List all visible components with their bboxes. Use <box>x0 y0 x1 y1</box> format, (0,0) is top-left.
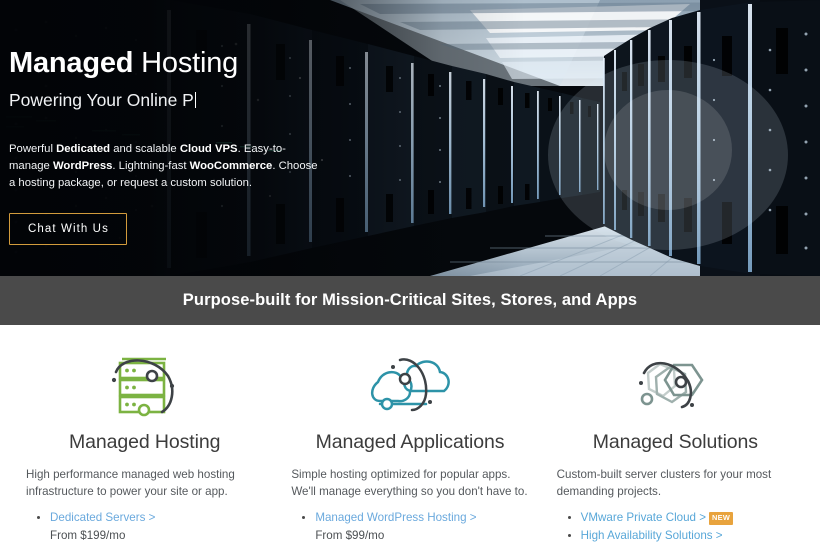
tagline-text: Purpose-built for Mission-Critical Sites… <box>182 291 638 309</box>
price-label: From $199/mo <box>50 529 126 543</box>
list-item: Dedicated Servers > From $199/mo <box>50 510 265 544</box>
hero-title-rest: Hosting <box>133 47 239 79</box>
link-vmware-private-cloud[interactable]: VMware Private Cloud > <box>581 511 706 524</box>
hero-subtitle: Powering Your Online P <box>9 90 339 112</box>
hero-subtitle-text: Powering Your Online P <box>9 90 194 111</box>
column-description: High performance managed web hosting inf… <box>26 468 235 499</box>
link-dedicated-servers[interactable]: Dedicated Servers > <box>50 511 155 524</box>
hero-description: Powerful Dedicated and scalable Cloud VP… <box>9 143 318 190</box>
column-managed-applications: Managed Applications Simple hosting opti… <box>277 345 542 548</box>
column-title: Managed Applications <box>315 431 505 453</box>
list-item: High Availability Solutions > <box>581 528 796 545</box>
column-title: Managed Hosting <box>68 431 221 453</box>
hero-title: Managed Hosting <box>9 46 339 81</box>
column-link-list: Dedicated Servers > From $199/mo Cloud V… <box>24 510 265 548</box>
link-high-availability-solutions[interactable]: High Availability Solutions > <box>581 529 723 542</box>
new-badge: NEW <box>709 512 734 526</box>
cloud-orbit-icon <box>289 345 530 429</box>
column-managed-hosting: Managed Hosting High performance managed… <box>12 345 277 548</box>
column-link-list: Managed WordPress Hosting > From $99/mo … <box>289 510 530 548</box>
landing-page: Managed Hosting Powering Your Online P P… <box>0 0 820 548</box>
chat-with-us-button[interactable]: Chat With Us <box>9 213 127 246</box>
typing-caret <box>194 92 196 109</box>
column-description: Custom-built server clusters for your mo… <box>556 468 772 499</box>
list-item: VMware Private Cloud >NEW <box>581 510 796 527</box>
server-rack-orbit-icon <box>24 345 265 429</box>
column-link-list: VMware Private Cloud >NEW High Availabil… <box>555 510 796 548</box>
hexagon-cluster-orbit-icon <box>555 345 796 429</box>
hero-content: Managed Hosting Powering Your Online P P… <box>9 46 339 246</box>
hero-section: Managed Hosting Powering Your Online P P… <box>0 0 820 276</box>
list-item: Managed WordPress Hosting > From $99/mo <box>315 510 530 544</box>
product-columns: Managed Hosting High performance managed… <box>0 325 820 548</box>
link-managed-wordpress-hosting[interactable]: Managed WordPress Hosting > <box>315 511 476 524</box>
column-managed-solutions: Managed Solutions Custom-built server cl… <box>543 345 808 548</box>
hero-title-strong: Managed <box>9 47 134 79</box>
tagline-banner: Purpose-built for Mission-Critical Sites… <box>0 276 820 325</box>
column-description: Simple hosting optimized for popular app… <box>291 468 528 499</box>
column-title: Managed Solutions <box>592 431 758 453</box>
price-label: From $99/mo <box>315 529 385 543</box>
